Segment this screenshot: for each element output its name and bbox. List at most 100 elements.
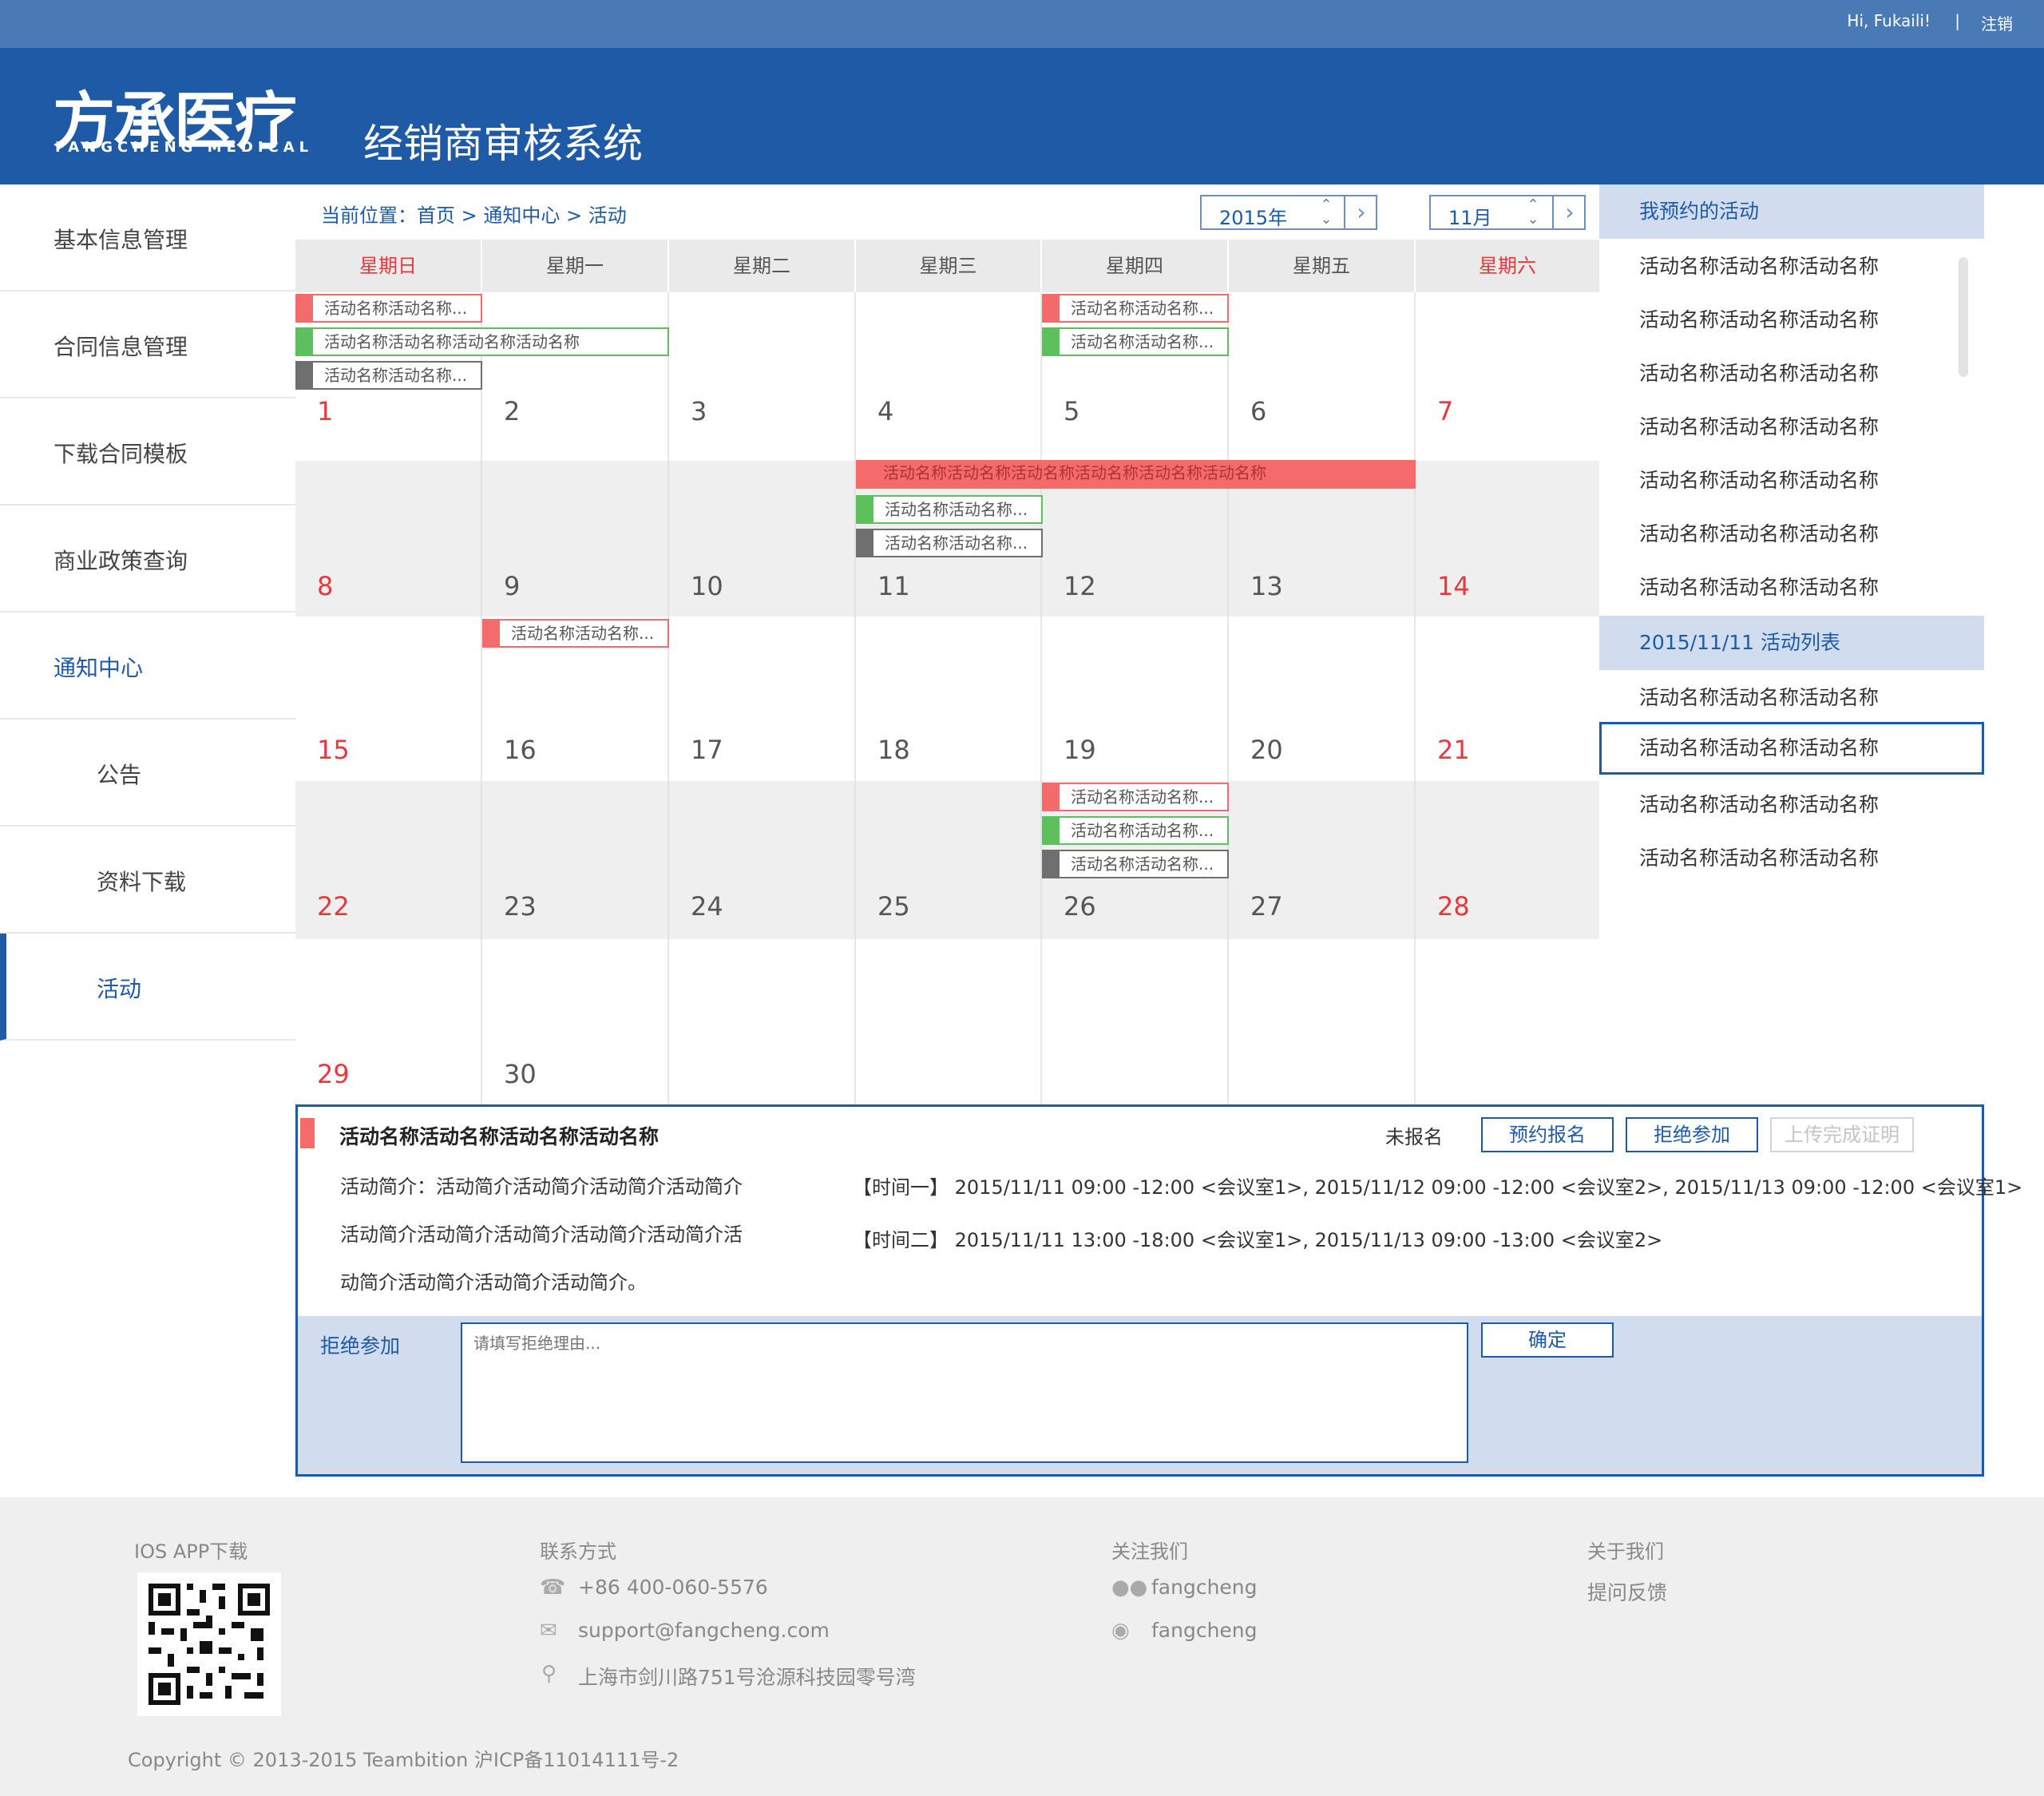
calendar-day-cell[interactable] [856, 939, 1042, 1104]
top-bar: Hi, Fukaili! | 注销 [0, 0, 2044, 48]
sidebar-item-activity[interactable]: 活动 [0, 934, 295, 1041]
my-activity-item[interactable]: 活动名称活动名称活动名称 [1599, 454, 1984, 507]
calendar-day-cell[interactable]: 30 [482, 939, 669, 1104]
calendar-event[interactable]: 活动名称活动名称... [295, 361, 482, 390]
calendar-day-cell[interactable]: 19 [1042, 617, 1229, 781]
calendar-day-cell[interactable] [1416, 939, 1599, 1104]
reject-button[interactable]: 拒绝参加 [1626, 1117, 1758, 1152]
year-next-icon[interactable]: › [1344, 196, 1377, 228]
reject-label: 拒绝参加 [320, 1334, 401, 1358]
contact-email[interactable]: support@fangcheng.com [578, 1619, 830, 1642]
breadcrumb[interactable]: 当前位置：首页 > 通知中心 > 活动 [321, 200, 627, 228]
calendar-day-cell[interactable]: 2 [482, 292, 669, 461]
day-activity-item-selected[interactable]: 活动名称活动名称活动名称 [1599, 722, 1984, 775]
month-select[interactable]: 11月 ⌃ ⌄ › [1429, 195, 1586, 230]
logout-link[interactable]: 注销 [1981, 11, 2013, 34]
upload-proof-button[interactable]: 上传完成证明 [1770, 1117, 1914, 1152]
my-activities-title: 我预约的活动 [1599, 184, 1984, 239]
my-activity-item[interactable]: 活动名称活动名称活动名称 [1599, 508, 1984, 561]
weibo-account[interactable]: fangcheng [1151, 1619, 1258, 1642]
calendar-day-cell[interactable]: 29 [295, 939, 482, 1104]
about-us-title: 关于我们 [1587, 1540, 1664, 1563]
calendar-day-cell[interactable]: 6 [1229, 292, 1416, 461]
day-number: 11 [877, 571, 910, 601]
day-activity-item[interactable]: 活动名称活动名称活动名称 [1599, 672, 1984, 724]
calendar: 星期日 星期一 星期二 星期三 星期四 星期五 星期六 1 2 3 4 5 6 7 8 9 10 1… [295, 240, 1599, 1104]
calendar-event[interactable]: 活动名称活动名称... [856, 529, 1043, 557]
day-activity-item[interactable]: 活动名称活动名称活动名称 [1599, 779, 1984, 831]
reserve-button[interactable]: 预约报名 [1481, 1117, 1614, 1152]
calendar-day-cell[interactable]: 23 [482, 781, 669, 939]
calendar-event[interactable]: 活动名称活动名称... [1042, 327, 1229, 356]
calendar-event[interactable]: 活动名称活动名称... [1042, 816, 1229, 845]
sidebar-item-label: 合同信息管理 [53, 334, 188, 360]
day-number: 29 [317, 1059, 350, 1089]
contact-address: 上海市剑川路751号沧源科技园零号湾 [578, 1666, 916, 1689]
sidebar-item-download-template[interactable]: 下载合同模板 [0, 398, 295, 505]
calendar-day-cell[interactable]: 8 [295, 461, 482, 617]
wechat-account[interactable]: fangcheng [1151, 1576, 1258, 1599]
calendar-day-cell[interactable]: 9 [482, 461, 669, 617]
time-slot-one: 【时间一】 2015/11/11 09:00 -12:00 <会议室1>, 20… [853, 1176, 2023, 1199]
sidebar-item-label: 活动 [97, 976, 142, 1002]
calendar-event[interactable]: 活动名称活动名称活动名称活动名称活动名称活动名称 [856, 460, 1416, 489]
month-updown-icon[interactable]: ⌃ ⌄ [1517, 196, 1549, 228]
activity-intro-line: 动简介活动简介活动简介活动简介。 [340, 1271, 647, 1294]
day-activity-item[interactable]: 活动名称活动名称活动名称 [1599, 832, 1984, 885]
phone-icon: ☎ [540, 1576, 566, 1600]
weekday-header: 星期一 [482, 240, 669, 292]
calendar-day-cell[interactable]: 24 [669, 781, 856, 939]
sidebar-item-notice-center[interactable]: 通知中心 [0, 613, 295, 720]
calendar-day-cell[interactable]: 4 [856, 292, 1042, 461]
logo-subtitle: FANGCHENG MEDICAL [55, 139, 314, 156]
my-activity-item[interactable]: 活动名称活动名称活动名称 [1599, 294, 1984, 347]
month-next-icon[interactable]: › [1552, 196, 1586, 228]
right-panel-scrollbar[interactable] [1959, 257, 1968, 377]
sidebar-item-downloads[interactable]: 资料下载 [0, 827, 295, 934]
calendar-day-cell[interactable]: 7 [1416, 292, 1599, 461]
calendar-event[interactable]: 活动名称活动名称活动名称活动名称 [295, 327, 669, 356]
calendar-event[interactable]: 活动名称活动名称... [1042, 783, 1229, 811]
wechat-icon: ●● [1111, 1576, 1148, 1600]
calendar-day-cell[interactable]: 27 [1229, 781, 1416, 939]
day-number: 7 [1437, 396, 1454, 426]
calendar-event[interactable]: 活动名称活动名称... [482, 619, 669, 648]
calendar-day-cell[interactable] [1042, 939, 1229, 1104]
calendar-day-cell[interactable]: 18 [856, 617, 1042, 781]
calendar-day-cell[interactable]: 14 [1416, 461, 1599, 617]
reject-reason-input[interactable] [461, 1322, 1468, 1463]
calendar-day-cell[interactable]: 15 [295, 617, 482, 781]
calendar-day-cell[interactable]: 17 [669, 617, 856, 781]
calendar-day-cell[interactable] [1229, 939, 1416, 1104]
my-activity-item[interactable]: 活动名称活动名称活动名称 [1599, 240, 1984, 293]
my-activity-item[interactable]: 活动名称活动名称活动名称 [1599, 347, 1984, 400]
sidebar-item-announcement[interactable]: 公告 [0, 720, 295, 827]
system-title: 经销商审核系统 [363, 121, 643, 167]
calendar-day-cell[interactable]: 10 [669, 461, 856, 617]
my-activity-item[interactable]: 活动名称活动名称活动名称 [1599, 561, 1984, 614]
activity-detail: 活动名称活动名称活动名称活动名称 未报名 预约报名 拒绝参加 上传完成证明 活动… [295, 1104, 2022, 1477]
day-number: 4 [877, 396, 894, 426]
my-activity-item[interactable]: 活动名称活动名称活动名称 [1599, 401, 1984, 454]
year-select[interactable]: 2015年 ⌃ ⌄ › [1200, 195, 1377, 230]
sidebar-item-contract-info[interactable]: 合同信息管理 [0, 291, 295, 398]
day-number: 25 [877, 891, 910, 922]
sidebar-item-label: 通知中心 [53, 655, 144, 681]
confirm-button[interactable]: 确定 [1481, 1322, 1614, 1358]
calendar-event[interactable]: 活动名称活动名称... [856, 495, 1043, 524]
calendar-day-cell[interactable]: 22 [295, 781, 482, 939]
calendar-event[interactable]: 活动名称活动名称... [1042, 294, 1229, 323]
year-updown-icon[interactable]: ⌃ ⌄ [1310, 196, 1342, 228]
calendar-event[interactable]: 活动名称活动名称... [295, 294, 482, 323]
sidebar-item-basic-info[interactable]: 基本信息管理 [0, 184, 295, 291]
calendar-day-cell[interactable]: 25 [856, 781, 1042, 939]
calendar-event[interactable]: 活动名称活动名称... [1042, 850, 1229, 878]
calendar-day-cell[interactable]: 3 [669, 292, 856, 461]
calendar-day-cell[interactable]: 28 [1416, 781, 1599, 939]
sidebar-item-label: 资料下载 [97, 869, 187, 895]
sidebar-item-policy-query[interactable]: 商业政策查询 [0, 505, 295, 613]
calendar-day-cell[interactable]: 21 [1416, 617, 1599, 781]
calendar-day-cell[interactable] [669, 939, 856, 1104]
calendar-day-cell[interactable]: 20 [1229, 617, 1416, 781]
feedback-link[interactable]: 提问反馈 [1587, 1577, 1667, 1606]
